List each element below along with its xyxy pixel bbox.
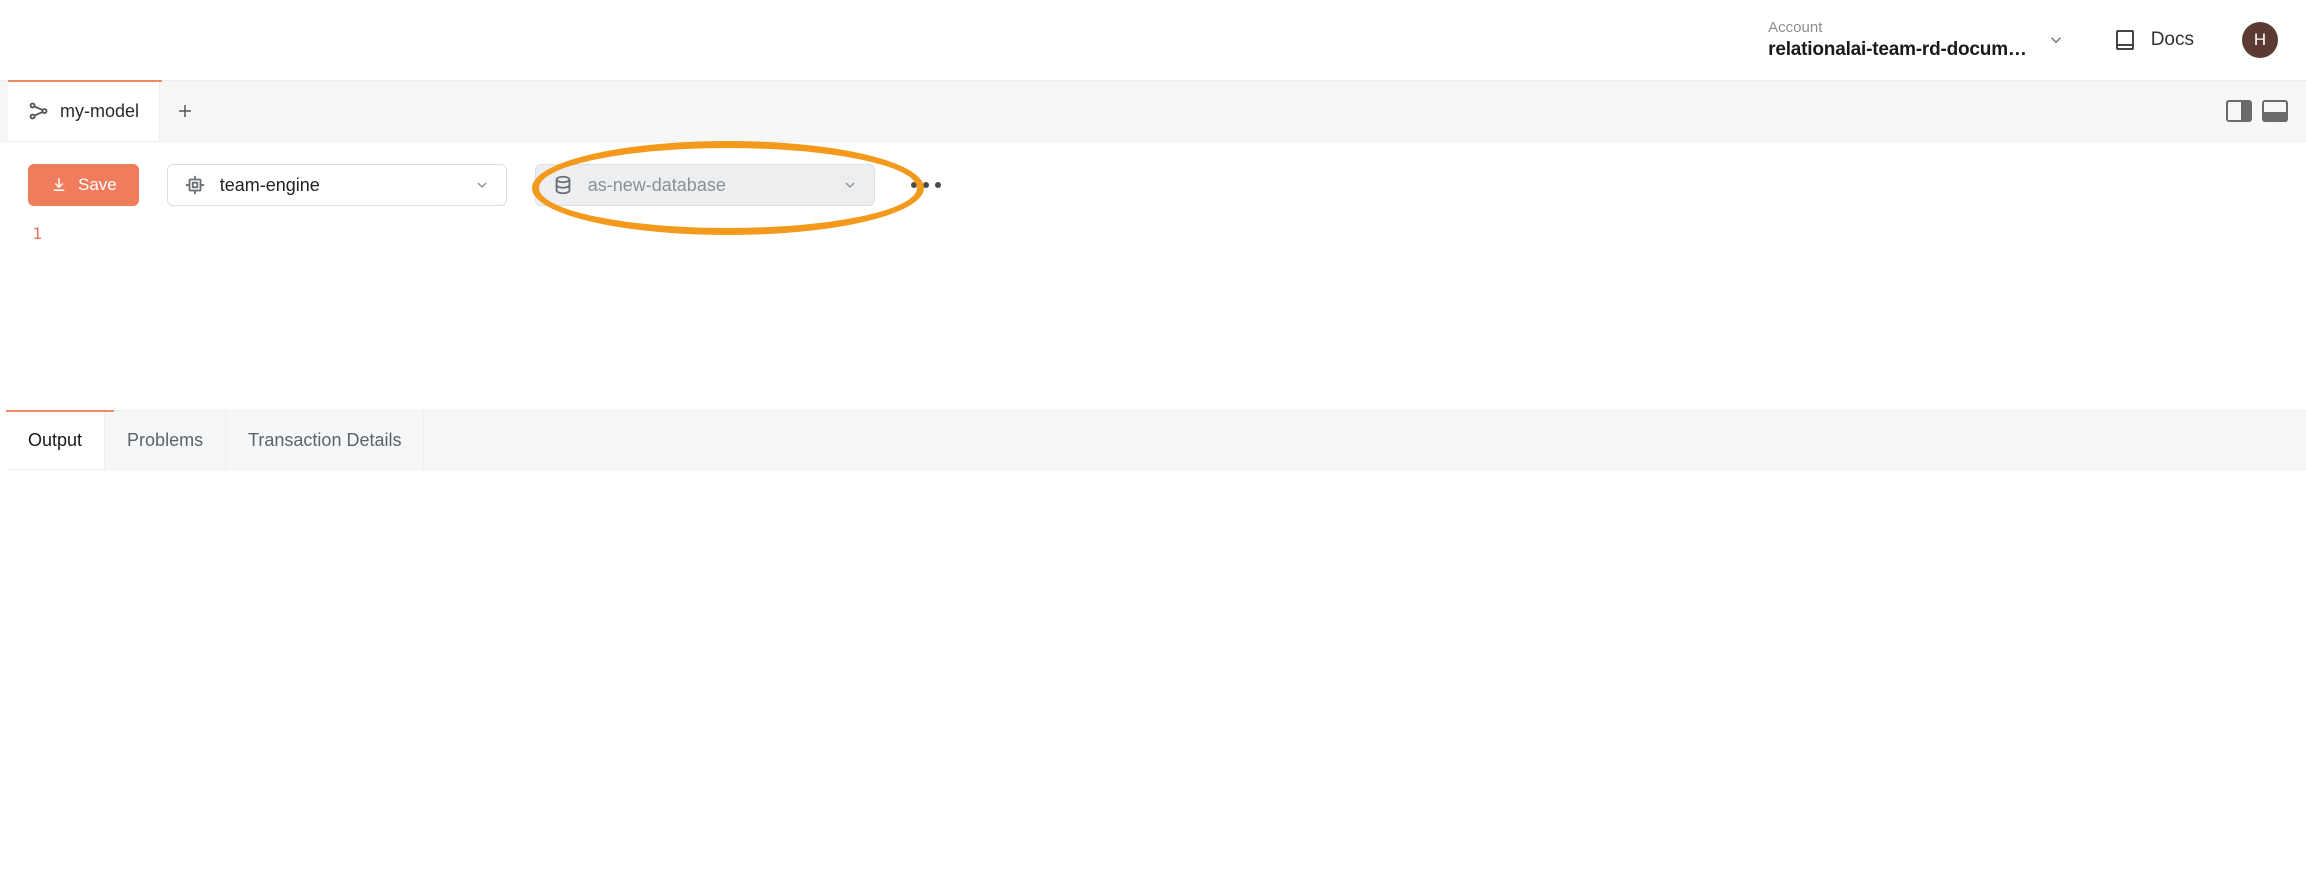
save-button-label: Save bbox=[78, 175, 117, 195]
tab-problems-label: Problems bbox=[127, 430, 203, 451]
editor-toolbar: Save team-engine as-new-database bbox=[0, 142, 2306, 220]
file-tab-label: my-model bbox=[60, 101, 139, 122]
plus-icon bbox=[176, 102, 194, 120]
account-name: relationalai-team-rd-docum… bbox=[1768, 38, 2027, 62]
chevron-down-icon bbox=[842, 177, 858, 193]
tab-problems[interactable]: Problems bbox=[105, 411, 226, 469]
file-tabstrip: my-model bbox=[0, 80, 2306, 142]
docs-label: Docs bbox=[2151, 29, 2194, 51]
file-tab-my-model[interactable]: my-model bbox=[8, 81, 160, 141]
database-select[interactable]: as-new-database bbox=[535, 164, 875, 206]
top-header: Account relationalai-team-rd-docum… Docs… bbox=[0, 0, 2306, 80]
database-icon bbox=[552, 174, 574, 196]
database-select-placeholder: as-new-database bbox=[588, 175, 828, 196]
book-icon bbox=[2113, 28, 2137, 52]
save-button[interactable]: Save bbox=[28, 164, 139, 206]
engine-select[interactable]: team-engine bbox=[167, 164, 507, 206]
more-actions-button[interactable] bbox=[903, 174, 949, 196]
tab-transaction-details[interactable]: Transaction Details bbox=[226, 411, 424, 469]
output-panel bbox=[0, 470, 2306, 610]
code-editor[interactable]: 1 bbox=[0, 220, 2306, 410]
account-label: Account bbox=[1768, 19, 2027, 38]
chip-icon bbox=[184, 174, 206, 196]
toggle-bottom-panel-button[interactable] bbox=[2262, 100, 2288, 122]
avatar-initial: H bbox=[2254, 30, 2266, 50]
line-number: 1 bbox=[0, 224, 42, 243]
results-tabstrip: Output Problems Transaction Details bbox=[6, 410, 2306, 470]
panel-toggles bbox=[2226, 81, 2306, 141]
tab-transaction-details-label: Transaction Details bbox=[248, 430, 401, 451]
docs-link[interactable]: Docs bbox=[2113, 28, 2194, 52]
dot-icon bbox=[923, 182, 929, 188]
chevron-down-icon bbox=[2047, 31, 2065, 49]
engine-select-value: team-engine bbox=[220, 175, 460, 196]
account-selector[interactable]: Account relationalai-team-rd-docum… bbox=[1768, 19, 2065, 62]
line-number-gutter: 1 bbox=[0, 220, 54, 410]
dot-icon bbox=[911, 182, 917, 188]
code-area[interactable] bbox=[54, 220, 2306, 410]
tab-output[interactable]: Output bbox=[6, 411, 105, 469]
dot-icon bbox=[935, 182, 941, 188]
download-icon bbox=[50, 176, 68, 194]
add-tab-button[interactable] bbox=[160, 81, 210, 141]
avatar[interactable]: H bbox=[2242, 22, 2278, 58]
account-text: Account relationalai-team-rd-docum… bbox=[1768, 19, 2027, 62]
toggle-side-panel-button[interactable] bbox=[2226, 100, 2252, 122]
graph-icon bbox=[28, 100, 50, 122]
tab-output-label: Output bbox=[28, 430, 82, 451]
chevron-down-icon bbox=[474, 177, 490, 193]
